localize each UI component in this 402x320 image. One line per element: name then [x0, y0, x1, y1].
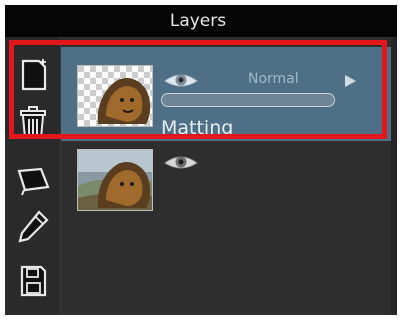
- layer-row-matting[interactable]: Normal Matting: [61, 47, 397, 141]
- layers-scrollbar[interactable]: [391, 37, 397, 315]
- blend-mode-select[interactable]: Normal: [248, 71, 299, 87]
- layer-row-background[interactable]: [61, 145, 397, 225]
- save-icon: [20, 265, 47, 297]
- tablet-icon: [17, 167, 50, 196]
- pencil-button[interactable]: [15, 209, 51, 245]
- pencil-icon: [18, 210, 49, 243]
- tablet-button[interactable]: [15, 161, 51, 197]
- panel-title: Layers: [169, 11, 227, 31]
- panel-title-bar: Layers: [5, 5, 397, 37]
- delete-layer-button[interactable]: [15, 105, 51, 141]
- opacity-slider[interactable]: [161, 93, 335, 107]
- visibility-eye-icon[interactable]: [163, 69, 199, 91]
- layers-list: Normal Matting: [61, 37, 397, 315]
- layers-panel: Layers Normal Matting: [5, 5, 397, 315]
- save-button[interactable]: [15, 263, 51, 299]
- layer-toolbar: [5, 37, 61, 315]
- trash-icon: [20, 106, 46, 139]
- new-layer-button[interactable]: [15, 57, 51, 93]
- layer-thumbnail[interactable]: [77, 65, 153, 127]
- new-layer-icon: [21, 59, 47, 91]
- layer-thumbnail[interactable]: [77, 149, 153, 211]
- matted-lion-thumbnail: [78, 66, 152, 126]
- layer-name[interactable]: Matting: [161, 117, 233, 139]
- visibility-eye-icon[interactable]: [163, 151, 199, 173]
- blend-mode-arrow-icon[interactable]: [343, 73, 357, 87]
- lion-photo-thumbnail: [78, 150, 152, 210]
